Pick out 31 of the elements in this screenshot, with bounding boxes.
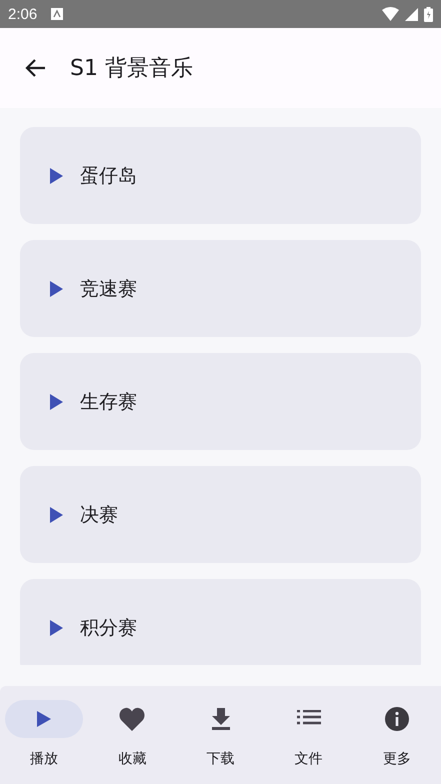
track-card[interactable]: 决赛 xyxy=(20,466,421,563)
back-arrow-icon[interactable] xyxy=(24,58,46,78)
track-card[interactable]: 生存赛 xyxy=(20,353,421,450)
play-icon xyxy=(37,711,52,727)
keyboard-notification-icon xyxy=(51,8,64,20)
status-time: 2:06 xyxy=(8,6,38,22)
page-title: S1 背景音乐 xyxy=(70,55,193,83)
nav-item[interactable]: 下载 xyxy=(176,686,265,784)
nav-item[interactable]: 播放 xyxy=(0,686,88,784)
nav-item[interactable]: 收藏 xyxy=(88,686,176,784)
track-card[interactable]: 竞速赛 xyxy=(20,240,421,337)
track-name: 决赛 xyxy=(80,502,118,528)
track-card[interactable]: 积分赛 xyxy=(20,579,421,665)
nav-item[interactable]: 更多 xyxy=(352,686,441,784)
track-name: 蛋仔岛 xyxy=(80,164,137,188)
signal-icon xyxy=(405,8,418,20)
track-name: 生存赛 xyxy=(80,390,137,414)
track-card[interactable]: 蛋仔岛 xyxy=(20,127,421,224)
play-icon xyxy=(50,394,63,410)
track-name: 竞速赛 xyxy=(80,276,137,302)
play-icon xyxy=(50,620,63,636)
heart-icon xyxy=(119,707,146,731)
info-icon xyxy=(384,707,409,731)
play-icon xyxy=(50,506,63,522)
track-name: 积分赛 xyxy=(80,616,137,640)
nav-item[interactable]: 文件 xyxy=(264,686,353,784)
play-icon xyxy=(50,168,63,184)
download-icon xyxy=(210,708,230,730)
battery-icon xyxy=(424,6,433,22)
play-icon xyxy=(50,280,63,296)
wifi-icon xyxy=(382,7,399,21)
